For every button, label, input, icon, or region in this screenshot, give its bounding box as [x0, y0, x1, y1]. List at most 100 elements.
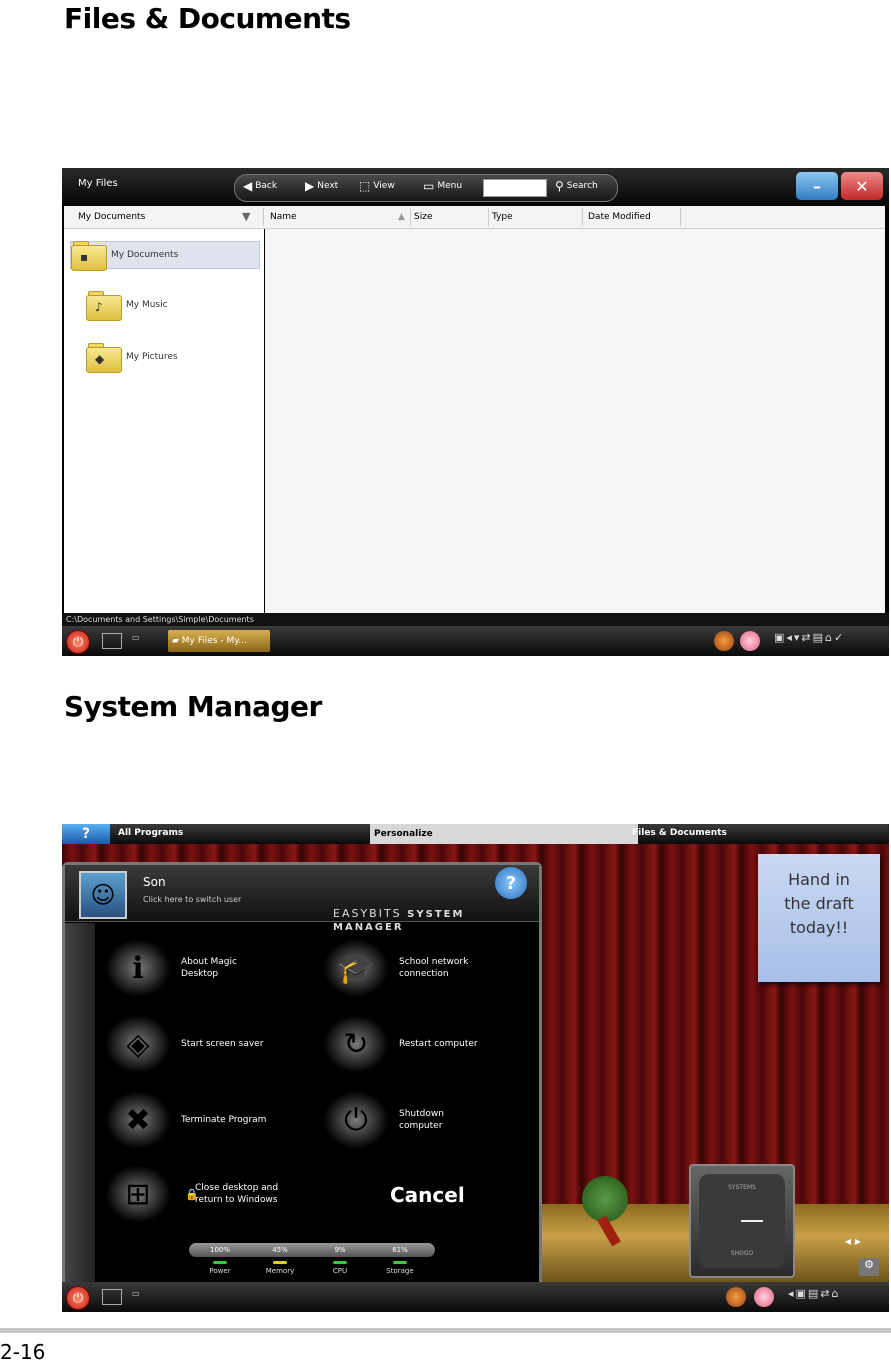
- sticky-note[interactable]: Hand in the draft today!!: [758, 854, 880, 982]
- column-divider: [488, 208, 489, 226]
- option-label: Start screen saver: [181, 1039, 264, 1049]
- about-magic-desktop-button[interactable]: ℹ About Magic Desktop: [105, 939, 271, 997]
- stat-value: 9%: [334, 1246, 346, 1254]
- pig-icon[interactable]: [754, 1287, 774, 1307]
- user-name: Son: [143, 875, 166, 889]
- taskbar: ⏻ ▭ ◂▣▤⇄⌂: [62, 1282, 889, 1312]
- gear-icon[interactable]: ⚙: [859, 1258, 879, 1276]
- back-label: Back: [255, 181, 278, 191]
- start-screen-saver-button[interactable]: ◈ Start screen saver: [105, 1015, 271, 1073]
- toolbar: ◀ Back ▶ Next ⬚ View ▭ Menu ⚲ Search: [234, 174, 618, 202]
- help-icon[interactable]: ?: [62, 824, 110, 844]
- column-date-modified[interactable]: Date Modified: [588, 212, 651, 222]
- user-avatar[interactable]: ☺: [79, 871, 127, 919]
- windows-switch-icon[interactable]: ▭: [132, 633, 150, 647]
- system-tray-icons[interactable]: ◂▣▤⇄⌂: [788, 1287, 841, 1300]
- system-manager-screenshot: ? All Programs Personalize Files & Docum…: [62, 824, 889, 1312]
- location-dropdown[interactable]: My Documents: [78, 212, 145, 222]
- menu-button[interactable]: ▭ Menu: [423, 179, 463, 193]
- option-label: Restart computer: [399, 1039, 478, 1049]
- status-led: [333, 1261, 347, 1264]
- column-name[interactable]: Name: [270, 212, 297, 222]
- brand-logo: EASYBITS SYSTEM MANAGER: [333, 907, 539, 933]
- about-icon: ℹ: [105, 939, 171, 997]
- column-type[interactable]: Type: [492, 212, 513, 222]
- stat-value: 61%: [392, 1246, 408, 1254]
- next-button[interactable]: ▶ Next: [305, 180, 339, 192]
- view-button[interactable]: ⬚ View: [359, 179, 395, 193]
- clock-widget[interactable]: SYSTEMS SHOGO: [689, 1164, 795, 1278]
- search-button[interactable]: ⚲ Search: [555, 180, 598, 192]
- view-icon: ⬚: [359, 179, 371, 193]
- column-divider: [680, 208, 681, 226]
- search-label: Search: [566, 181, 598, 191]
- window-title: My Files: [78, 178, 118, 189]
- school-network-button[interactable]: 🎓 School network connection: [323, 939, 489, 997]
- next-label: Next: [317, 181, 339, 191]
- cancel-button[interactable]: Cancel: [390, 1183, 465, 1207]
- panel-sidebar: [65, 923, 95, 1285]
- column-divider: [582, 208, 583, 226]
- power-icon[interactable]: ⏻: [66, 1286, 90, 1310]
- clock-label: SHOGO: [730, 1250, 754, 1257]
- clock-brand: SYSTEMS: [728, 1184, 756, 1191]
- pig-icon[interactable]: [740, 631, 760, 651]
- help-button[interactable]: ?: [495, 867, 527, 899]
- restart-icon: ↻: [323, 1015, 389, 1073]
- screen-saver-icon: ◈: [105, 1015, 171, 1073]
- desktop-icon[interactable]: [102, 633, 122, 649]
- power-icon[interactable]: ⏻: [66, 630, 90, 654]
- folder-label: My Music: [126, 300, 168, 310]
- back-button[interactable]: ◀ Back: [243, 179, 278, 193]
- folder-my-music[interactable]: ♪ My Music: [86, 291, 168, 321]
- desktop-icon[interactable]: [102, 1289, 122, 1305]
- taskbar-item-label: My Files - My...: [181, 636, 247, 646]
- status-led: [273, 1261, 287, 1264]
- mascot-icon[interactable]: [714, 631, 734, 651]
- menu-icon: ▭: [423, 179, 435, 193]
- file-list-area[interactable]: [265, 229, 885, 613]
- stat-label: Power: [209, 1267, 231, 1275]
- files-screenshot: My Files ◀ Back ▶ Next ⬚ View ▭ Menu ⚲ Search…: [62, 168, 889, 656]
- tab-personalize[interactable]: Personalize: [370, 824, 638, 844]
- brand-name: EASYBITS: [333, 907, 402, 920]
- files-documents-heading: Files & Documents: [64, 2, 351, 35]
- chevron-down-icon[interactable]: ▼: [242, 210, 250, 223]
- sort-ascending-icon: ▲: [398, 212, 405, 222]
- note-line: today!!: [789, 918, 849, 937]
- ping-pong-paddle-icon[interactable]: [582, 1176, 628, 1247]
- panel-header: ☺ Son Click here to switch user EASYBITS…: [65, 865, 539, 933]
- terminate-program-button[interactable]: ✖ Terminate Program: [105, 1091, 271, 1149]
- folder-my-pictures[interactable]: ◆ My Pictures: [86, 343, 178, 373]
- back-arrow-icon: ◀: [243, 179, 253, 193]
- shutdown-computer-button[interactable]: ⏻ Shutdown computer: [323, 1091, 489, 1149]
- option-label: School network connection: [399, 957, 469, 979]
- lock-icon: 🔒: [185, 1188, 199, 1201]
- status-bar: C:\Documents and Settings\Simple\Documen…: [62, 613, 889, 626]
- footer-rule: [0, 1328, 891, 1333]
- system-tray-icons[interactable]: ▣◂▾⇄▤⌂✓: [774, 631, 845, 644]
- switch-user-link[interactable]: Click here to switch user: [143, 895, 241, 904]
- column-divider: [263, 208, 264, 226]
- top-navigation-bar: ? All Programs Personalize Files & Docum…: [62, 824, 889, 844]
- restart-computer-button[interactable]: ↻ Restart computer: [323, 1015, 489, 1073]
- page-number: 2-16: [0, 1340, 46, 1364]
- tab-all-programs[interactable]: All Programs: [118, 828, 183, 838]
- mascot-icon[interactable]: [726, 1287, 746, 1307]
- column-size[interactable]: Size: [414, 212, 432, 222]
- close-button[interactable]: ✕: [841, 172, 883, 200]
- tab-files-documents[interactable]: Files & Documents: [632, 828, 727, 838]
- stat-value: 45%: [272, 1246, 288, 1254]
- minimize-button[interactable]: –: [796, 172, 838, 200]
- stat-value: 100%: [209, 1246, 230, 1254]
- windows-switch-icon[interactable]: ▭: [132, 1289, 150, 1303]
- view-label: View: [373, 181, 395, 191]
- taskbar-item-my-files[interactable]: ▰ My Files - My...: [168, 630, 270, 652]
- arrow-left-right-icon[interactable]: ◂ ▸: [845, 1234, 861, 1248]
- folder-tree: ▪ My Documents ♪ My Music ◆ My Pictures: [64, 229, 264, 613]
- menu-label: Menu: [437, 181, 463, 191]
- folder-my-documents[interactable]: ▪ My Documents: [70, 241, 260, 271]
- taskbar: ⏻ ▭ ▰ My Files - My... ▣◂▾⇄▤⌂✓: [62, 626, 889, 656]
- search-input[interactable]: [483, 179, 547, 197]
- clock-face: SYSTEMS SHOGO: [699, 1174, 785, 1268]
